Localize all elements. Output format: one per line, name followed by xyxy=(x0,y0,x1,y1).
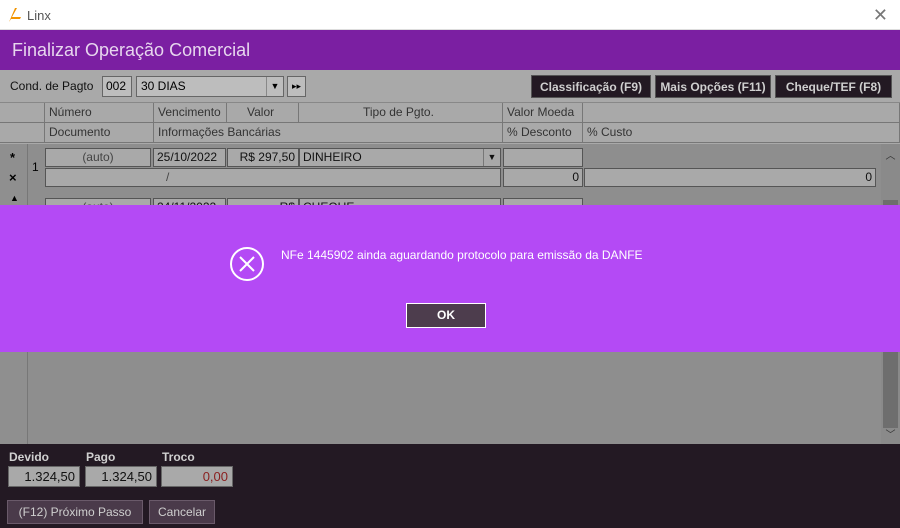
col-tipo-pgto: Tipo de Pgto. xyxy=(299,103,503,123)
cond-pagto-row: Cond. de Pagto 002 30 DIAS ▼ ▸▸ Classifi… xyxy=(0,70,900,102)
new-row-marker: * xyxy=(10,150,16,165)
delete-row-icon[interactable]: × xyxy=(9,170,17,185)
cell-valor-moeda[interactable] xyxy=(503,148,583,167)
col-valor-moeda: Valor Moeda xyxy=(503,103,583,123)
triangle-up-icon: ▲ xyxy=(10,193,19,203)
row-index: 1 xyxy=(32,160,39,174)
devido-label: Devido xyxy=(9,450,50,464)
scroll-down-icon[interactable]: ﹀ xyxy=(881,426,900,441)
col-vencimento: Vencimento xyxy=(154,103,227,123)
troco-field: 0,00 xyxy=(161,466,233,487)
proximo-passo-button[interactable]: (F12) Próximo Passo xyxy=(7,500,143,524)
close-icon[interactable]: ✕ xyxy=(873,5,888,26)
header-blank-2 xyxy=(0,123,45,143)
page-title: Finalizar Operação Comercial xyxy=(12,40,251,60)
cond-pagto-code-input[interactable]: 002 xyxy=(102,76,132,97)
chevron-down-icon[interactable]: ▼ xyxy=(483,149,500,166)
grid-header: Número Vencimento Valor Tipo de Pgto. Va… xyxy=(0,102,900,144)
cheque-tef-button[interactable]: Cheque/TEF (F8) xyxy=(775,75,892,98)
cell-numero[interactable]: (auto) xyxy=(45,148,151,167)
header-blank xyxy=(0,103,45,123)
linx-logo-icon xyxy=(9,8,21,22)
header-fill xyxy=(583,103,900,123)
error-circle-x-icon xyxy=(230,247,264,281)
cell-pct-desconto[interactable]: 0 xyxy=(503,168,583,187)
cond-pagto-select[interactable]: 30 DIAS ▼ xyxy=(136,76,284,97)
chevron-down-icon[interactable]: ▼ xyxy=(266,77,283,96)
classificacao-button[interactable]: Classificação (F9) xyxy=(531,75,651,98)
cell-vencimento[interactable]: 25/10/2022 xyxy=(153,148,226,167)
cell-tipo-value: DINHEIRO xyxy=(303,150,362,164)
scroll-up-icon[interactable]: ︿ xyxy=(881,147,900,162)
window-titlebar: Linx ✕ xyxy=(0,0,900,30)
devido-field: 1.324,50 xyxy=(8,466,80,487)
cancelar-button[interactable]: Cancelar xyxy=(149,500,215,524)
cell-valor[interactable]: R$ 297,50 xyxy=(227,148,299,167)
cond-pagto-selected: 30 DIAS xyxy=(141,79,186,93)
cell-info-bancarias[interactable]: / xyxy=(45,168,501,187)
col-info-bancarias: Informações Bancárias xyxy=(154,123,503,143)
page-header: Finalizar Operação Comercial xyxy=(0,30,900,70)
error-dialog: NFe 1445902 ainda aguardando protocolo p… xyxy=(0,205,900,352)
troco-label: Troco xyxy=(162,450,195,464)
col-valor: Valor xyxy=(227,103,299,123)
pago-field: 1.324,50 xyxy=(85,466,157,487)
totals-panel: Devido 1.324,50 Pago 1.324,50 Troco 0,00… xyxy=(0,444,900,528)
cell-pct-custo[interactable]: 0 xyxy=(584,168,876,187)
cell-tipo-pgto[interactable]: DINHEIRO ▼ xyxy=(299,148,501,167)
error-message: NFe 1445902 ainda aguardando protocolo p… xyxy=(281,248,643,262)
fast-forward-icon[interactable]: ▸▸ xyxy=(287,76,306,97)
mais-opcoes-button[interactable]: Mais Opções (F11) xyxy=(655,75,771,98)
col-documento: Documento xyxy=(45,123,154,143)
ok-button[interactable]: OK xyxy=(406,303,486,328)
pago-label: Pago xyxy=(86,450,116,464)
col-pct-desconto: % Desconto xyxy=(503,123,583,143)
window-title: Linx xyxy=(27,8,51,23)
cond-pagto-label: Cond. de Pagto xyxy=(10,79,94,93)
col-numero: Número xyxy=(45,103,154,123)
col-pct-custo: % Custo xyxy=(583,123,900,143)
